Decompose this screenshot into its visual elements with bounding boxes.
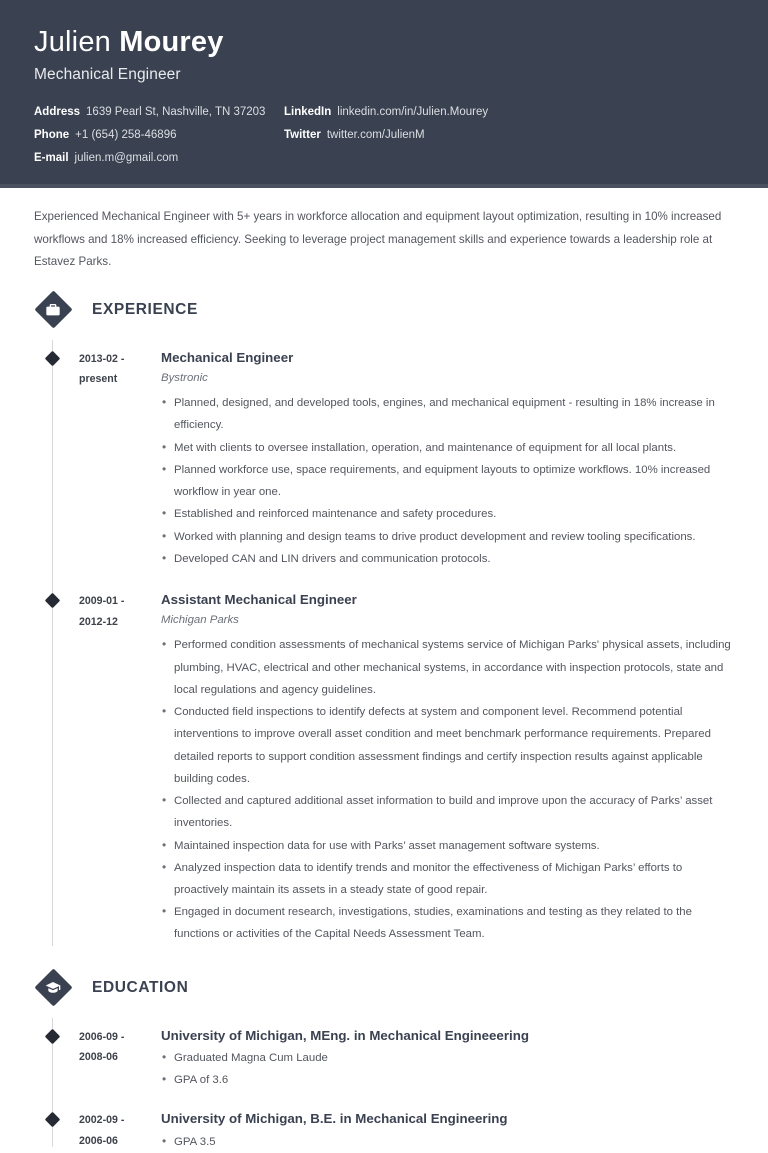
entry-date-end: present bbox=[79, 373, 118, 386]
contact-list: Address 1639 Pearl St, Nashville, TN 372… bbox=[34, 106, 734, 164]
contact-phone: Phone +1 (654) 258-46896 bbox=[34, 129, 284, 141]
last-name: Mourey bbox=[119, 26, 224, 58]
section-header-education: EDUCATION bbox=[33, 968, 734, 1008]
entry-content: University of Michigan, B.E. in Mechanic… bbox=[157, 1109, 734, 1153]
entry-dates: 2002-09 - 2006-06 bbox=[79, 1109, 157, 1153]
section-header-experience: EXPERIENCE bbox=[33, 290, 734, 330]
graduation-cap-icon bbox=[33, 968, 73, 1007]
entry-content: University of Michigan, MEng. in Mechani… bbox=[157, 1026, 734, 1092]
entry-date-start: 2002-09 - bbox=[79, 1114, 125, 1127]
entry-date-start: 2009-01 - bbox=[79, 595, 125, 608]
list-item: Analyzed inspection data to identify tre… bbox=[161, 856, 734, 901]
contact-email[interactable]: E-mail julien.m@gmail.com bbox=[34, 152, 284, 164]
list-item: Graduated Magna Cum Laude bbox=[161, 1046, 734, 1070]
list-item: Met with clients to oversee installation… bbox=[161, 436, 734, 460]
entry-content: Assistant Mechanical Engineer Michigan P… bbox=[157, 590, 734, 946]
entry-date-start: 2006-09 - bbox=[79, 1030, 125, 1043]
entry-bullet-list: Performed condition assessments of mecha… bbox=[161, 633, 734, 945]
contact-value-twitter[interactable]: twitter.com/JulienM bbox=[327, 129, 425, 141]
professional-summary: Experienced Mechanical Engineer with 5+ … bbox=[34, 210, 722, 269]
list-item: Developed CAN and LIN drivers and commun… bbox=[161, 547, 734, 571]
entry-date-end: 2008-06 bbox=[79, 1051, 118, 1064]
briefcase-glyph bbox=[46, 303, 60, 316]
contact-value-phone: +1 (654) 258-46896 bbox=[75, 129, 177, 142]
entry-date-start: 2013-02 - bbox=[79, 352, 125, 365]
briefcase-icon bbox=[33, 290, 73, 329]
list-item: Conducted field inspections to identify … bbox=[161, 700, 734, 790]
list-item: Collected and captured additional asset … bbox=[161, 789, 734, 834]
list-item: GPA of 3.6 bbox=[161, 1068, 734, 1092]
contact-twitter[interactable]: Twitter twitter.com/JulienM bbox=[284, 129, 734, 141]
timeline-education: 2006-09 - 2008-06 University of Michigan… bbox=[34, 1017, 734, 1153]
contact-label-twitter: Twitter bbox=[284, 129, 321, 142]
timeline-experience: 2013-02 - present Mechanical Engineer By… bbox=[34, 339, 734, 946]
entry-dates: 2013-02 - present bbox=[79, 348, 157, 570]
resume-header: Julien Mourey Mechanical Engineer Addres… bbox=[0, 0, 768, 188]
contact-label-email: E-mail bbox=[34, 152, 69, 165]
contact-value-address: 1639 Pearl St, Nashville, TN 37203 bbox=[86, 106, 266, 119]
contact-linkedin[interactable]: LinkedIn linkedin.com/in/Julien.Mourey bbox=[284, 106, 734, 118]
timeline-node-diamond bbox=[44, 592, 60, 609]
contact-label-linkedin: LinkedIn bbox=[284, 106, 332, 119]
list-item: Planned workforce use, space requirement… bbox=[161, 458, 734, 503]
timeline-node-diamond bbox=[44, 350, 60, 367]
entry-degree-title: University of Michigan, B.E. in Mechanic… bbox=[161, 1111, 508, 1127]
list-item: Performed condition assessments of mecha… bbox=[161, 633, 734, 701]
section-education: EDUCATION 2006-09 - 2008-06 University o… bbox=[33, 968, 734, 1153]
list-item: Engaged in document research, investigat… bbox=[161, 900, 734, 945]
education-entry: 2006-09 - 2008-06 University of Michigan… bbox=[34, 1018, 734, 1092]
contact-spacer bbox=[284, 152, 734, 164]
entry-content: Mechanical Engineer Bystronic Planned, d… bbox=[157, 348, 734, 571]
page-title: Julien Mourey bbox=[34, 26, 734, 59]
education-entry: 2002-09 - 2006-06 University of Michigan… bbox=[34, 1097, 734, 1153]
entry-dates: 2009-01 - 2012-12 bbox=[79, 590, 157, 946]
entry-date-end: 2012-12 bbox=[79, 615, 118, 628]
first-name: Julien bbox=[34, 26, 111, 58]
contact-address: Address 1639 Pearl St, Nashville, TN 372… bbox=[34, 106, 284, 118]
timeline-node-diamond bbox=[44, 1028, 60, 1044]
entry-company: Bystronic bbox=[161, 372, 208, 385]
list-item: Maintained inspection data for use with … bbox=[161, 834, 734, 858]
list-item: Established and reinforced maintenance a… bbox=[161, 502, 734, 526]
entry-bullet-list: Graduated Magna Cum Laude GPA of 3.6 bbox=[161, 1046, 734, 1092]
section-title-education: EDUCATION bbox=[92, 978, 189, 996]
experience-entry: 2013-02 - present Mechanical Engineer By… bbox=[34, 340, 734, 570]
list-item: GPA 3.5 bbox=[161, 1130, 734, 1153]
entry-bullet-list: GPA 3.5 bbox=[161, 1130, 734, 1153]
contact-value-email[interactable]: julien.m@gmail.com bbox=[75, 152, 179, 164]
entry-date-end: 2006-06 bbox=[79, 1135, 118, 1148]
section-experience: EXPERIENCE 2013-02 - present Mechanical … bbox=[33, 290, 734, 946]
resume-body: Experienced Mechanical Engineer with 5+ … bbox=[0, 188, 768, 1153]
entry-job-title: Mechanical Engineer bbox=[161, 349, 294, 365]
section-title-experience: EXPERIENCE bbox=[92, 300, 198, 318]
experience-entry: 2009-01 - 2012-12 Assistant Mechanical E… bbox=[34, 576, 734, 946]
list-item: Planned, designed, and developed tools, … bbox=[161, 391, 734, 436]
entry-bullet-list: Planned, designed, and developed tools, … bbox=[161, 391, 734, 571]
job-title: Mechanical Engineer bbox=[34, 66, 181, 84]
contact-label-phone: Phone bbox=[34, 129, 70, 142]
entry-company: Michigan Parks bbox=[161, 614, 239, 627]
contact-label-address: Address bbox=[34, 106, 81, 119]
entry-dates: 2006-09 - 2008-06 bbox=[79, 1026, 157, 1092]
contact-value-linkedin[interactable]: linkedin.com/in/Julien.Mourey bbox=[337, 106, 488, 118]
graduation-cap-glyph bbox=[45, 981, 61, 993]
entry-degree-title: University of Michigan, MEng. in Mechani… bbox=[161, 1027, 529, 1043]
timeline-node-diamond bbox=[44, 1112, 60, 1128]
entry-job-title: Assistant Mechanical Engineer bbox=[161, 592, 357, 608]
list-item: Worked with planning and design teams to… bbox=[161, 525, 734, 549]
